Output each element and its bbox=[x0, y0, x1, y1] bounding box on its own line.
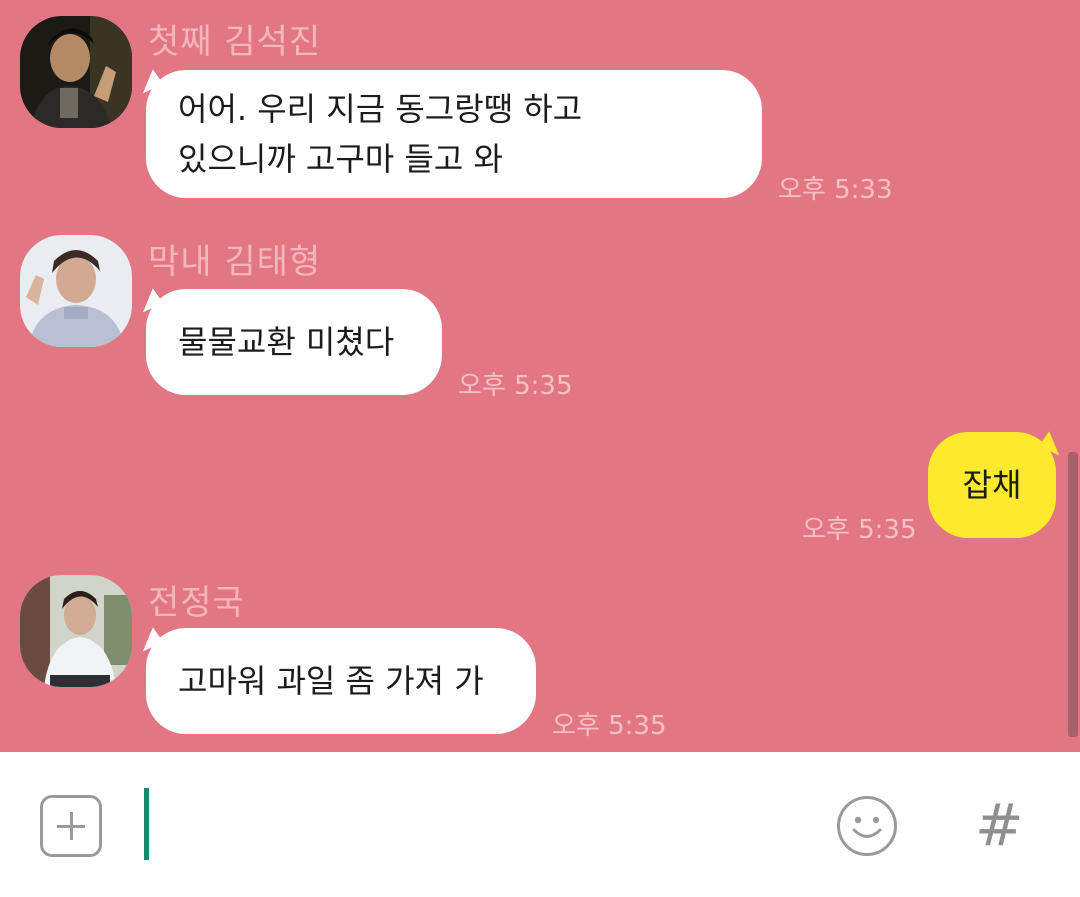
emoji-button[interactable] bbox=[836, 795, 898, 857]
text-cursor bbox=[144, 788, 149, 860]
message-timestamp: 오후 5:35 bbox=[458, 371, 573, 401]
message-text: 어어. 우리 지금 동그랑땡 하고 bbox=[178, 90, 583, 128]
smiley-icon bbox=[837, 796, 897, 856]
message-input[interactable] bbox=[156, 790, 800, 862]
chat-area[interactable]: 첫째 김석진 어어. 우리 지금 동그랑땡 하고 있으니까 고구마 들고 와 오… bbox=[0, 0, 1080, 752]
sender-name: 막내 김태형 bbox=[148, 242, 322, 282]
message-timestamp: 오후 5:35 bbox=[552, 711, 667, 741]
outgoing-message-bubble[interactable]: 잡채 bbox=[928, 432, 1056, 538]
message-bubble[interactable]: 물물교환 미쳤다 bbox=[146, 289, 442, 395]
message-text: 있으니까 고구마 들고 와 bbox=[178, 140, 503, 178]
message-text: 물물교환 미쳤다 bbox=[178, 323, 395, 361]
add-attachment-button[interactable] bbox=[40, 795, 102, 857]
hashtag-button[interactable]: # bbox=[975, 790, 1024, 860]
message-timestamp: 오후 5:35 bbox=[802, 515, 917, 545]
message-bubble[interactable]: 고마워 과일 좀 가져 가 bbox=[146, 628, 536, 734]
scrollbar[interactable] bbox=[1068, 452, 1078, 737]
message-text: 잡채 bbox=[962, 466, 1022, 504]
avatar-sender-2[interactable] bbox=[20, 235, 132, 347]
message-timestamp: 오후 5:33 bbox=[778, 175, 893, 205]
sender-name: 전정국 bbox=[148, 583, 245, 623]
avatar-sender-3[interactable] bbox=[20, 575, 132, 687]
avatar-sender-1[interactable] bbox=[20, 16, 132, 128]
message-bubble[interactable]: 어어. 우리 지금 동그랑땡 하고 있으니까 고구마 들고 와 bbox=[146, 70, 762, 198]
message-text: 고마워 과일 좀 가져 가 bbox=[178, 662, 484, 700]
sender-name: 첫째 김석진 bbox=[148, 22, 322, 62]
